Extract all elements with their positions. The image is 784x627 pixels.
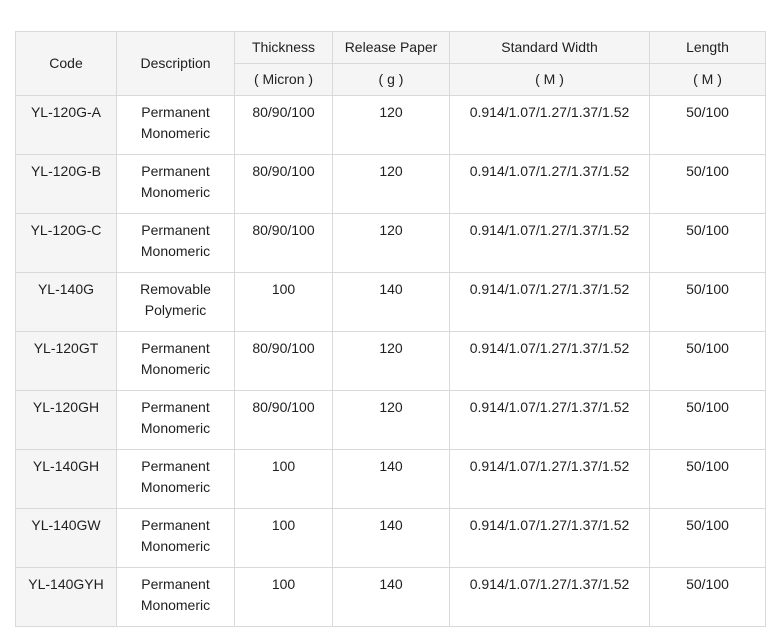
header-length: Length (649, 31, 766, 64)
description-line-2: Monomeric (140, 538, 211, 554)
cell-release-paper: 140 (332, 508, 450, 568)
cell-description: Permanent Monomeric (116, 213, 235, 273)
table-row: YL-140GH Permanent Monomeric 100 140 0.914/1.… (15, 449, 766, 509)
cell-thickness: 80/90/100 (234, 390, 333, 450)
description-line-1: Permanent (141, 458, 210, 474)
header-code: Code (15, 31, 117, 96)
cell-length: 50/100 (649, 567, 766, 627)
table-row: YL-120GT Permanent Monomeric 80/90/100 120 0.… (15, 331, 766, 391)
cell-standard-width: 0.914/1.07/1.27/1.37/1.52 (449, 331, 650, 391)
header-thickness: Thickness (234, 31, 333, 64)
cell-length: 50/100 (649, 390, 766, 450)
cell-length: 50/100 (649, 272, 766, 332)
cell-release-paper: 120 (332, 331, 450, 391)
cell-length: 50/100 (649, 95, 766, 155)
cell-standard-width: 0.914/1.07/1.27/1.37/1.52 (449, 449, 650, 509)
cell-release-paper: 140 (332, 567, 450, 627)
cell-standard-width: 0.914/1.07/1.27/1.37/1.52 (449, 213, 650, 273)
cell-standard-width: 0.914/1.07/1.27/1.37/1.52 (449, 95, 650, 155)
product-spec-table: Code Description Thickness Release Paper… (15, 31, 766, 627)
cell-description: Permanent Monomeric (116, 567, 235, 627)
header-thickness-unit: ( Micron ) (234, 63, 333, 96)
header-standard-width: Standard Width (449, 31, 650, 64)
cell-description: Permanent Monomeric (116, 508, 235, 568)
description-line-1: Permanent (141, 399, 210, 415)
description-line-1: Permanent (141, 163, 210, 179)
cell-code: YL-120G-B (15, 154, 117, 214)
description-line-2: Monomeric (140, 243, 211, 259)
description-line-1: Permanent (141, 517, 210, 533)
description-line-2: Monomeric (140, 420, 211, 436)
description-line-2: Monomeric (140, 184, 211, 200)
cell-standard-width: 0.914/1.07/1.27/1.37/1.52 (449, 567, 650, 627)
cell-thickness: 80/90/100 (234, 331, 333, 391)
description-line-2: Polymeric (144, 302, 207, 318)
table-row: YL-120GH Permanent Monomeric 80/90/100 120 0.… (15, 390, 766, 450)
product-spec-table-container: Code Description Thickness Release Paper… (15, 31, 766, 627)
table-row: YL-140GW Permanent Monomeric 100 140 0.914/1.… (15, 508, 766, 568)
cell-length: 50/100 (649, 213, 766, 273)
description-line-1: Permanent (141, 340, 210, 356)
description-line-1: Removable (140, 281, 211, 297)
cell-standard-width: 0.914/1.07/1.27/1.37/1.52 (449, 154, 650, 214)
cell-description: Permanent Monomeric (116, 331, 235, 391)
cell-thickness: 100 (234, 508, 333, 568)
cell-description: Permanent Monomeric (116, 449, 235, 509)
table-body: YL-120G-A Permanent Monomeric 80/90/100 120 0… (15, 95, 766, 627)
table-row: YL-120G-C Permanent Monomeric 80/90/100 120 0… (15, 213, 766, 273)
description-line-2: Monomeric (140, 479, 211, 495)
table-row: YL-140GYH Permanent Monomeric 100 140 0.914/1… (15, 567, 766, 627)
cell-code: YL-140GW (15, 508, 117, 568)
cell-release-paper: 120 (332, 213, 450, 273)
cell-description: Permanent Monomeric (116, 95, 235, 155)
cell-standard-width: 0.914/1.07/1.27/1.37/1.52 (449, 390, 650, 450)
cell-thickness: 100 (234, 567, 333, 627)
description-line-1: Permanent (141, 104, 210, 120)
cell-thickness: 100 (234, 272, 333, 332)
table-row: YL-120G-A Permanent Monomeric 80/90/100 120 0… (15, 95, 766, 155)
cell-length: 50/100 (649, 508, 766, 568)
header-release-paper: Release Paper (332, 31, 450, 64)
header-description: Description (116, 31, 235, 96)
cell-code: YL-140G (15, 272, 117, 332)
cell-thickness: 80/90/100 (234, 154, 333, 214)
description-line-2: Monomeric (140, 361, 211, 377)
cell-description: Permanent Monomeric (116, 154, 235, 214)
cell-length: 50/100 (649, 449, 766, 509)
cell-code: YL-120G-C (15, 213, 117, 273)
cell-length: 50/100 (649, 154, 766, 214)
cell-code: YL-120GH (15, 390, 117, 450)
cell-release-paper: 120 (332, 95, 450, 155)
cell-description: Removable Polymeric (116, 272, 235, 332)
cell-release-paper: 140 (332, 272, 450, 332)
cell-standard-width: 0.914/1.07/1.27/1.37/1.52 (449, 272, 650, 332)
description-line-2: Monomeric (140, 125, 211, 141)
cell-code: YL-140GYH (15, 567, 117, 627)
header-row: Code Description Thickness Release Paper… (15, 31, 766, 96)
table-row: YL-120G-B Permanent Monomeric 80/90/100 120 0… (15, 154, 766, 214)
header-release-paper-unit: ( g ) (332, 63, 450, 96)
cell-code: YL-140GH (15, 449, 117, 509)
cell-thickness: 80/90/100 (234, 213, 333, 273)
cell-release-paper: 120 (332, 390, 450, 450)
cell-release-paper: 120 (332, 154, 450, 214)
cell-thickness: 100 (234, 449, 333, 509)
description-line-1: Permanent (141, 222, 210, 238)
cell-code: YL-120GT (15, 331, 117, 391)
cell-thickness: 80/90/100 (234, 95, 333, 155)
table-row: YL-140G Removable Polymeric 100 140 0.914/1.0… (15, 272, 766, 332)
cell-standard-width: 0.914/1.07/1.27/1.37/1.52 (449, 508, 650, 568)
cell-length: 50/100 (649, 331, 766, 391)
cell-release-paper: 140 (332, 449, 450, 509)
cell-code: YL-120G-A (15, 95, 117, 155)
header-length-unit: ( M ) (649, 63, 766, 96)
description-line-1: Permanent (141, 576, 210, 592)
header-standard-width-unit: ( M ) (449, 63, 650, 96)
cell-description: Permanent Monomeric (116, 390, 235, 450)
description-line-2: Monomeric (140, 597, 211, 613)
